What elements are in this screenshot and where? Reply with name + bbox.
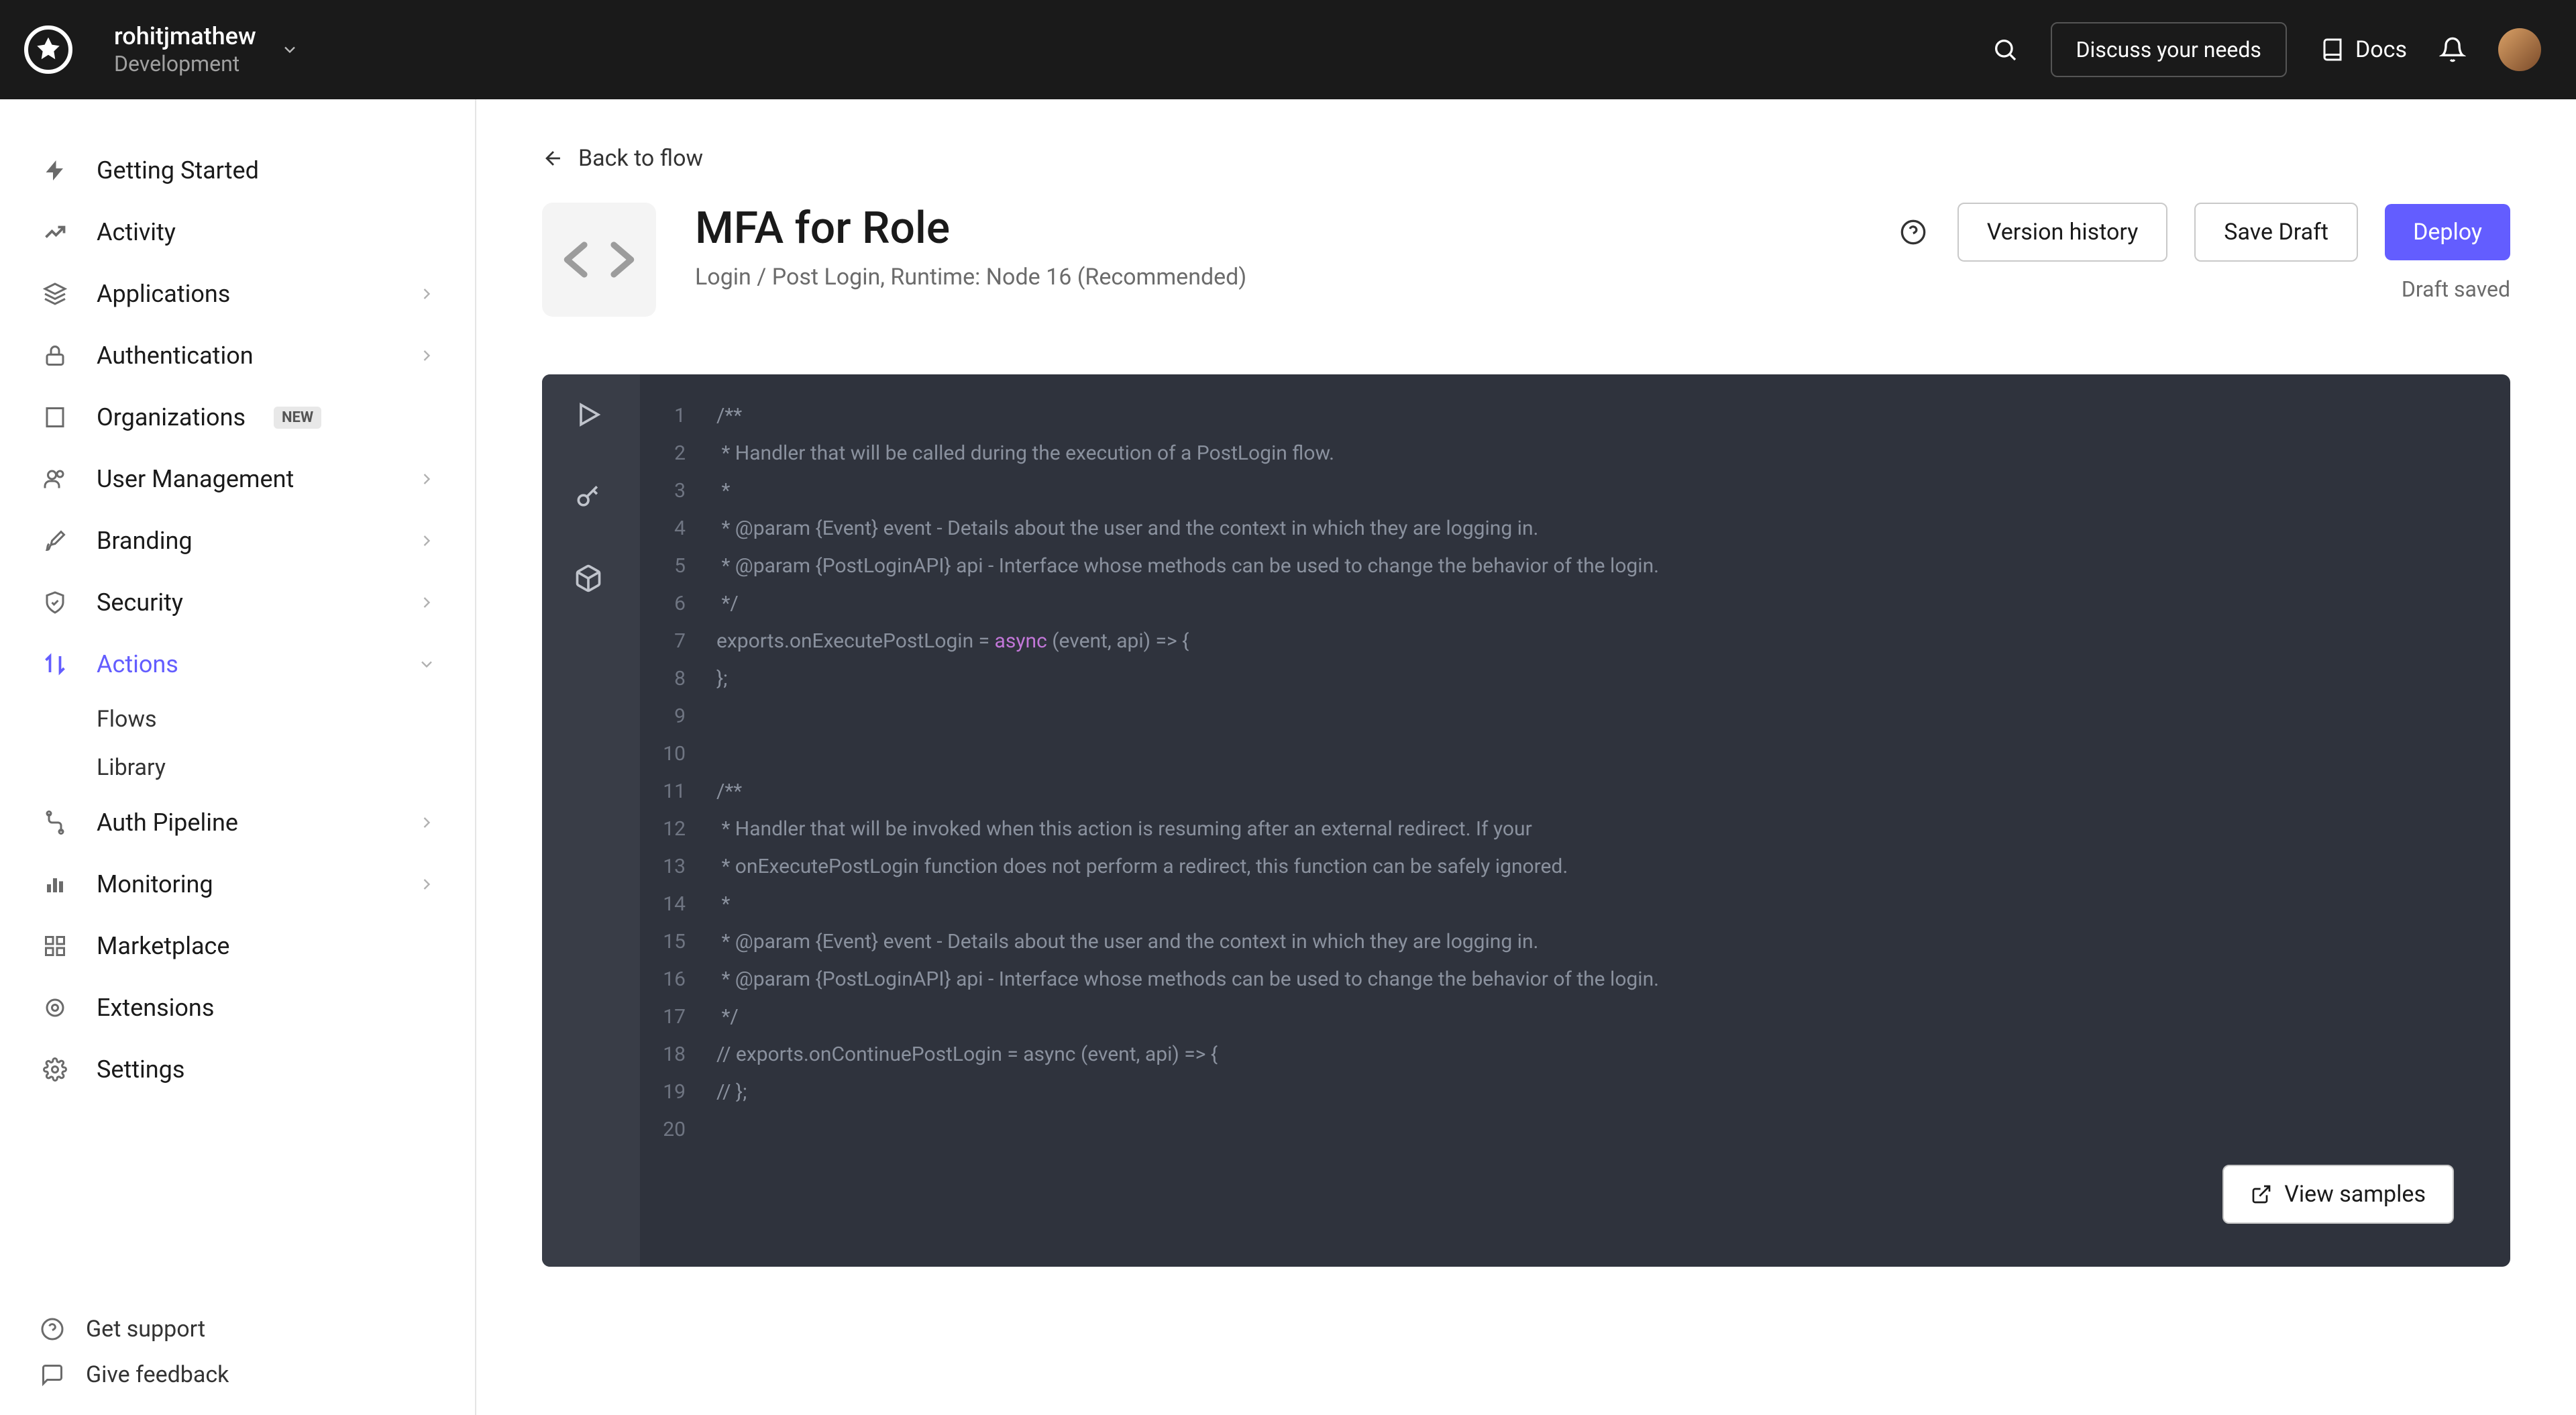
search-icon[interactable] bbox=[1992, 36, 2019, 63]
run-icon[interactable] bbox=[574, 400, 608, 435]
chevron-right-icon bbox=[417, 875, 436, 894]
sidebar-item-label: Actions bbox=[97, 650, 178, 678]
deploy-button[interactable]: Deploy bbox=[2385, 204, 2510, 260]
sidebar-item-getting-started[interactable]: Getting Started bbox=[0, 140, 475, 201]
chevron-down-icon bbox=[280, 40, 299, 59]
chevron-right-icon bbox=[417, 531, 436, 550]
avatar[interactable] bbox=[2498, 28, 2541, 71]
activity-icon bbox=[39, 216, 71, 248]
sidebar-item-actions[interactable]: Actions bbox=[0, 633, 475, 695]
sidebar-item-label: Settings bbox=[97, 1055, 184, 1084]
sidebar: Getting Started Activity Applications Authe… bbox=[0, 99, 476, 1415]
chevron-right-icon bbox=[417, 470, 436, 488]
sidebar-item-organizations[interactable]: Organizations NEW bbox=[0, 386, 475, 448]
lock-icon bbox=[39, 339, 71, 372]
grid-icon bbox=[39, 930, 71, 962]
chevron-right-icon bbox=[417, 593, 436, 612]
key-icon[interactable] bbox=[574, 482, 608, 517]
sidebar-item-label: Security bbox=[97, 588, 183, 617]
help-circle-icon[interactable] bbox=[1900, 219, 1927, 246]
main-content: Back to flow MFA for Role Login / Post L… bbox=[476, 99, 2576, 1415]
sidebar-item-label: Activity bbox=[97, 218, 176, 246]
sidebar-item-label: Organizations bbox=[97, 403, 246, 431]
book-icon bbox=[2319, 36, 2346, 63]
get-support-label: Get support bbox=[86, 1316, 205, 1343]
sidebar-item-label: Extensions bbox=[97, 994, 214, 1022]
give-feedback-label: Give feedback bbox=[86, 1361, 229, 1388]
sidebar-item-label: Branding bbox=[97, 527, 193, 555]
shield-icon bbox=[39, 586, 71, 619]
bars-icon bbox=[39, 868, 71, 900]
sidebar-item-branding[interactable]: Branding bbox=[0, 510, 475, 572]
docs-link[interactable]: Docs bbox=[2319, 36, 2407, 63]
sidebar-item-user-management[interactable]: User Management bbox=[0, 448, 475, 510]
tenant-name: rohitjmathew bbox=[114, 22, 256, 51]
topbar: rohitjmathew Development Discuss your ne… bbox=[0, 0, 2576, 99]
back-to-flow-link[interactable]: Back to flow bbox=[542, 145, 2510, 172]
tenant-env: Development bbox=[114, 51, 256, 76]
users-icon bbox=[39, 463, 71, 495]
chevron-right-icon bbox=[417, 284, 436, 303]
brush-icon bbox=[39, 525, 71, 557]
help-icon bbox=[39, 1316, 66, 1343]
message-icon bbox=[39, 1361, 66, 1388]
page-subtitle: Login / Post Login, Runtime: Node 16 (Re… bbox=[695, 264, 1246, 291]
plug-icon bbox=[39, 992, 71, 1024]
page-title: MFA for Role bbox=[695, 203, 1246, 254]
sidebar-item-monitoring[interactable]: Monitoring bbox=[0, 853, 475, 915]
sidebar-item-extensions[interactable]: Extensions bbox=[0, 977, 475, 1039]
code-area[interactable]: 1234567891011121314151617181920 /** * Ha… bbox=[640, 374, 2510, 1267]
bolt-icon bbox=[39, 154, 71, 187]
sidebar-item-label: Monitoring bbox=[97, 870, 213, 898]
sidebar-item-security[interactable]: Security bbox=[0, 572, 475, 633]
code-content[interactable]: /** * Handler that will be called during… bbox=[700, 397, 2510, 1267]
chevron-down-icon bbox=[417, 655, 436, 674]
sidebar-item-label: User Management bbox=[97, 465, 294, 493]
pipeline-icon bbox=[39, 806, 71, 839]
gear-icon bbox=[39, 1053, 71, 1086]
sidebar-item-label: Applications bbox=[97, 280, 230, 308]
action-type-icon bbox=[542, 203, 656, 317]
docs-label: Docs bbox=[2355, 36, 2407, 63]
back-label: Back to flow bbox=[578, 145, 703, 172]
chevron-right-icon bbox=[417, 813, 436, 832]
sidebar-item-label: Marketplace bbox=[97, 932, 229, 960]
sidebar-item-auth-pipeline[interactable]: Auth Pipeline bbox=[0, 792, 475, 853]
stack-icon bbox=[39, 278, 71, 310]
bell-icon[interactable] bbox=[2439, 36, 2466, 63]
new-badge: NEW bbox=[274, 407, 321, 429]
sidebar-subitem-library[interactable]: Library bbox=[0, 743, 475, 792]
get-support-link[interactable]: Get support bbox=[39, 1316, 436, 1343]
discuss-needs-button[interactable]: Discuss your needs bbox=[2051, 22, 2287, 77]
sidebar-item-label: Getting Started bbox=[97, 156, 259, 185]
package-icon[interactable] bbox=[574, 564, 608, 598]
chevron-right-icon bbox=[417, 346, 436, 365]
sidebar-item-authentication[interactable]: Authentication bbox=[0, 325, 475, 386]
sidebar-subitem-flows[interactable]: Flows bbox=[0, 695, 475, 743]
save-draft-button[interactable]: Save Draft bbox=[2194, 203, 2358, 262]
editor-rail bbox=[542, 374, 640, 1267]
sidebar-item-applications[interactable]: Applications bbox=[0, 263, 475, 325]
sidebar-item-settings[interactable]: Settings bbox=[0, 1039, 475, 1100]
sidebar-item-marketplace[interactable]: Marketplace bbox=[0, 915, 475, 977]
version-history-button[interactable]: Version history bbox=[1957, 203, 2168, 262]
brand-logo[interactable] bbox=[24, 25, 72, 74]
sidebar-item-label: Auth Pipeline bbox=[97, 808, 238, 837]
code-editor: 1234567891011121314151617181920 /** * Ha… bbox=[542, 374, 2510, 1267]
sidebar-item-label: Authentication bbox=[97, 342, 254, 370]
view-samples-label: View samples bbox=[2284, 1181, 2426, 1208]
building-icon bbox=[39, 401, 71, 433]
arrows-icon bbox=[39, 648, 71, 680]
draft-status: Draft saved bbox=[2402, 276, 2510, 302]
line-gutter: 1234567891011121314151617181920 bbox=[640, 397, 700, 1267]
view-samples-button[interactable]: View samples bbox=[2222, 1165, 2454, 1224]
tenant-switcher[interactable]: rohitjmathew Development bbox=[72, 22, 299, 77]
give-feedback-link[interactable]: Give feedback bbox=[39, 1361, 436, 1388]
sidebar-item-activity[interactable]: Activity bbox=[0, 201, 475, 263]
